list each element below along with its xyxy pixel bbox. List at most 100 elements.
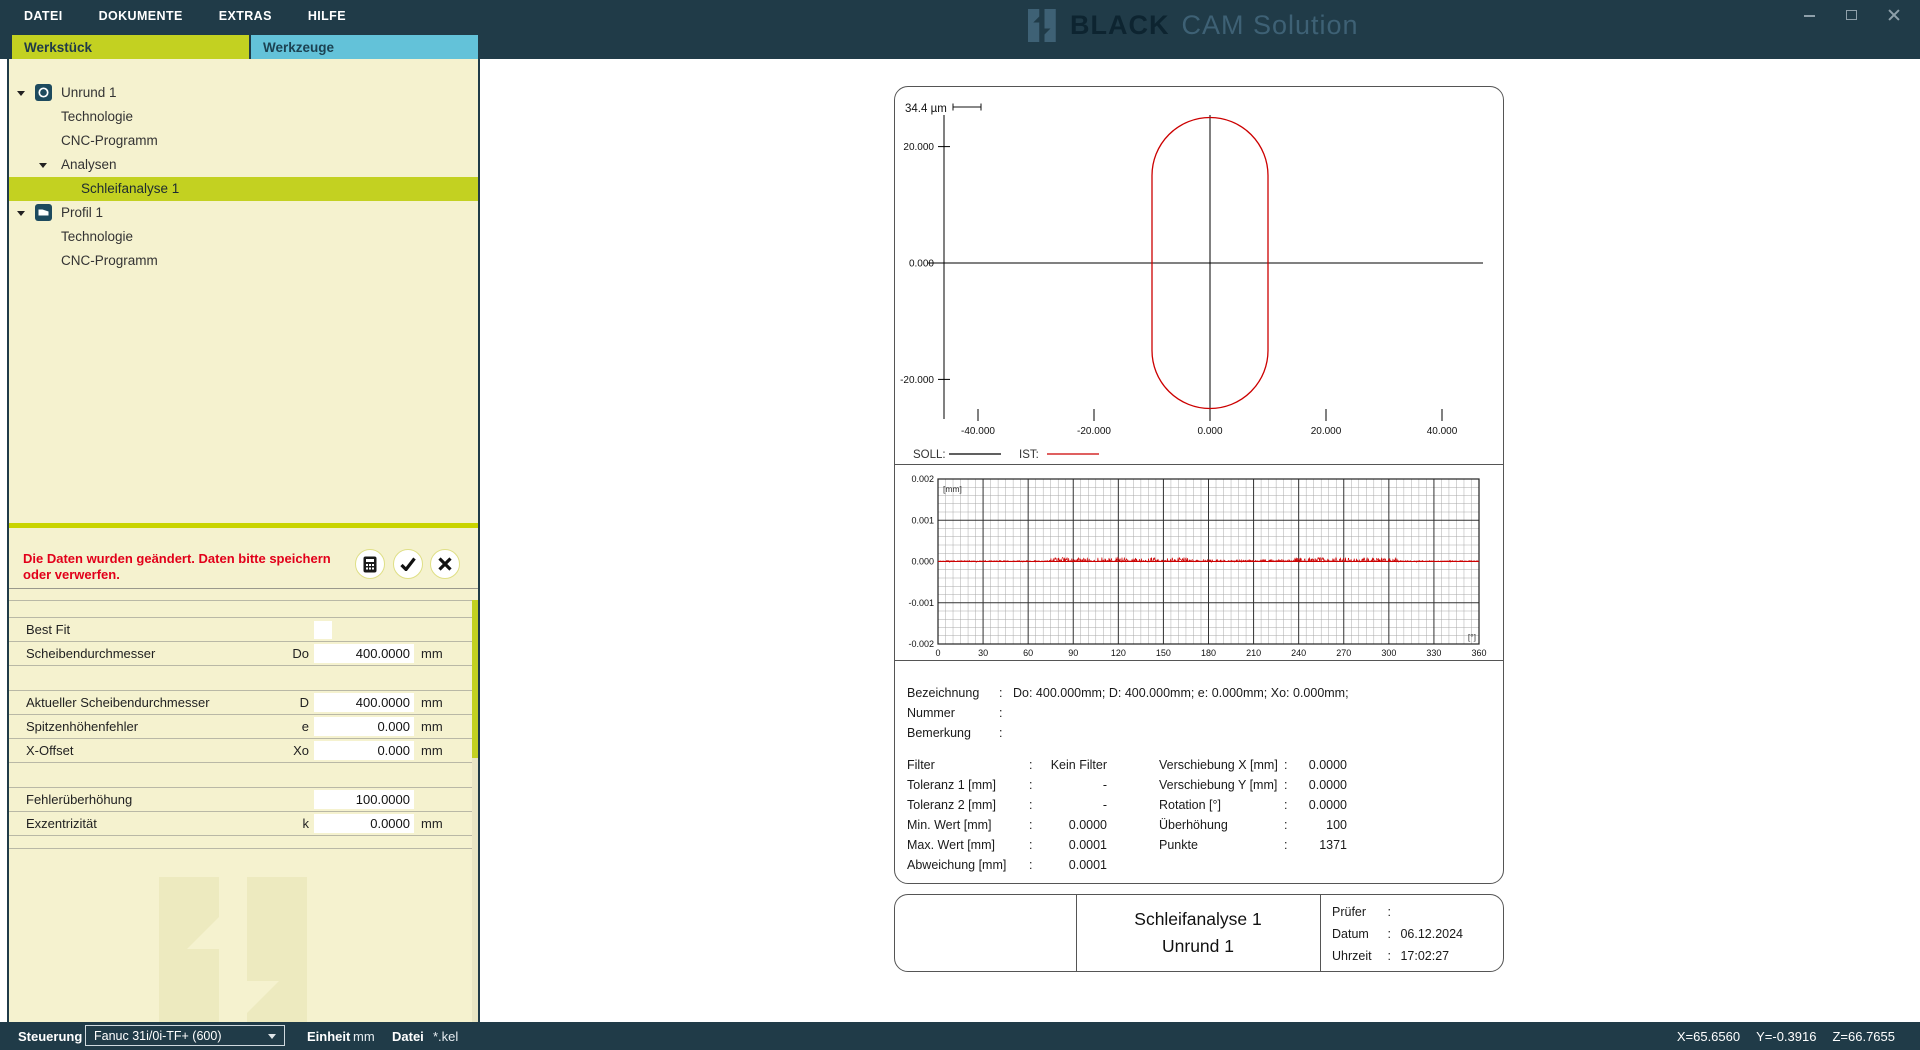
- chevron-down-icon: [268, 1034, 276, 1039]
- field-label: Scheibendurchmesser: [26, 646, 155, 661]
- svg-text:-0.001: -0.001: [908, 598, 934, 608]
- form-row-spitzenh-henfehler: Spitzenhöhenfehlere0.000mm: [9, 714, 472, 738]
- einheit-value: mm: [353, 1029, 375, 1044]
- menu-datei[interactable]: DATEI: [24, 9, 63, 23]
- svg-text:IST:: IST:: [1019, 449, 1039, 461]
- info-row-punkte: Punkte:1371: [1159, 838, 1489, 854]
- form-row-exzentrizit-t: Exzentrizitätk0.0000mm: [9, 811, 472, 835]
- menu-bar: DATEI DOKUMENTE EXTRAS HILFE: [24, 0, 346, 32]
- info-value: 0.0000: [1031, 818, 1107, 832]
- tree-item-unrund-1[interactable]: Unrund 1: [9, 81, 478, 105]
- field-unit: mm: [421, 646, 443, 661]
- tree-item-label: CNC-Programm: [61, 253, 158, 268]
- tree-item-profil-1[interactable]: Profil 1: [9, 201, 478, 225]
- svg-text:-20.000: -20.000: [900, 375, 934, 386]
- tree-item-technologie[interactable]: Technologie: [9, 225, 478, 249]
- svg-text:120: 120: [1111, 648, 1126, 658]
- brand-name-light: CAM Solution: [1182, 10, 1359, 41]
- fehler-berh-hung-input[interactable]: 100.0000: [314, 790, 414, 809]
- info-row-nummer: Nummer:: [907, 706, 1237, 722]
- svg-text:360: 360: [1471, 648, 1486, 658]
- field-unit: mm: [421, 816, 443, 831]
- svg-text:60: 60: [1023, 648, 1033, 658]
- workpiece-tree: Unrund 1TechnologieCNC-ProgrammAnalysenS…: [9, 81, 478, 273]
- svg-text:90: 90: [1068, 648, 1078, 658]
- close-icon[interactable]: [1886, 7, 1902, 23]
- exzentrizit-t-input[interactable]: 0.0000: [314, 814, 414, 833]
- left-panel: Unrund 1TechnologieCNC-ProgrammAnalysenS…: [9, 59, 478, 1022]
- field-label: X-Offset: [26, 743, 73, 758]
- info-value: Kein Filter: [1031, 758, 1107, 772]
- tree-item-label: Profil 1: [61, 205, 103, 220]
- svg-text:34.4 µm: 34.4 µm: [905, 103, 947, 115]
- svg-text:210: 210: [1246, 648, 1261, 658]
- machine-coordinates: X=65.6560 Y=-0.3916 Z=66.7655: [1677, 1029, 1895, 1044]
- tree-item-schleifanalyse-1[interactable]: Schleifanalyse 1: [9, 177, 478, 201]
- menu-extras[interactable]: EXTRAS: [219, 9, 272, 23]
- svg-text:330: 330: [1426, 648, 1441, 658]
- info-label: Toleranz 1 [mm]: [907, 778, 996, 792]
- info-label: Rotation [°]: [1159, 798, 1221, 812]
- tab-werkstueck[interactable]: Werkstück: [12, 35, 249, 59]
- x-offset-input[interactable]: 0.000: [314, 741, 414, 760]
- form-row-best-fit: Best Fit: [9, 617, 472, 641]
- info-value: 0.0001: [1031, 858, 1107, 872]
- info-label: Nummer: [907, 706, 955, 720]
- svg-text:SOLL:: SOLL:: [913, 449, 946, 461]
- tree-item-cnc-programm[interactable]: CNC-Programm: [9, 249, 478, 273]
- svg-text:0.000: 0.000: [1197, 426, 1222, 437]
- field-label: Fehlerüberhöhung: [26, 792, 132, 807]
- info-label: Filter: [907, 758, 935, 772]
- info-label: Min. Wert [mm]: [907, 818, 992, 832]
- info-value: -: [1031, 798, 1107, 812]
- info-row-abweichung-mm: Abweichung [mm]:0.0001: [907, 858, 1237, 874]
- profile-icon: [35, 204, 52, 221]
- field-unit: mm: [421, 695, 443, 710]
- form-row-aktueller-scheibendurchmesser: Aktueller ScheibendurchmesserD400.0000mm: [9, 690, 472, 714]
- best-fit-checkbox[interactable]: [314, 621, 332, 639]
- tree-item-label: Technologie: [61, 229, 133, 244]
- svg-text:0: 0: [935, 648, 940, 658]
- colon: :: [1387, 905, 1390, 919]
- abweichung-chart-section: 0.0020.0010.000-0.001-0.0020306090120150…: [895, 464, 1503, 661]
- scheibendurchmesser-input[interactable]: 400.0000: [314, 644, 414, 663]
- info-label: Abweichung [mm]: [907, 858, 1006, 872]
- svg-text:0.000: 0.000: [911, 557, 934, 567]
- spitzenh-henfehler-input[interactable]: 0.000: [314, 717, 414, 736]
- recalculate-button[interactable]: [355, 549, 385, 579]
- header-bar: DATEI DOKUMENTE EXTRAS HILFE BLACK CAM S…: [0, 0, 1920, 59]
- chevron-down-icon: [17, 211, 25, 216]
- colon: :: [1387, 949, 1390, 963]
- panel-divider: [478, 59, 480, 1022]
- menu-dokumente[interactable]: DOKUMENTE: [99, 9, 183, 23]
- tree-item-technologie[interactable]: Technologie: [9, 105, 478, 129]
- steuerung-select[interactable]: Fanuc 31i/0i-TF+ (600): [85, 1025, 285, 1046]
- svg-text:-20.000: -20.000: [1077, 426, 1111, 437]
- tree-item-analysen[interactable]: Analysen: [9, 153, 478, 177]
- tab-werkzeuge[interactable]: Werkzeuge: [251, 35, 478, 59]
- field-symbol: k: [244, 816, 309, 831]
- info-label: Punkte: [1159, 838, 1198, 852]
- accent-divider: [9, 523, 478, 528]
- discard-button[interactable]: [430, 549, 460, 579]
- svg-text:0.002: 0.002: [911, 474, 934, 484]
- form-bottom-line: [9, 835, 472, 836]
- colon: :: [999, 706, 1002, 720]
- apply-button[interactable]: [393, 549, 423, 579]
- restore-icon[interactable]: [1844, 7, 1860, 23]
- svg-text:0.000: 0.000: [909, 259, 934, 270]
- minimize-icon[interactable]: [1802, 7, 1818, 23]
- info-value: 0.0000: [1287, 778, 1347, 792]
- menu-hilfe[interactable]: HILFE: [308, 9, 346, 23]
- field-label: Aktueller Scheibendurchmesser: [26, 695, 210, 710]
- form-spacer: [9, 665, 472, 690]
- einheit-label: Einheit: [307, 1029, 350, 1044]
- aktueller-scheibendurchmesser-input[interactable]: 400.0000: [314, 693, 414, 712]
- check-icon: [400, 557, 416, 571]
- svg-text:240: 240: [1291, 648, 1306, 658]
- form-row-scheibendurchmesser: ScheibendurchmesserDo400.0000mm: [9, 641, 472, 665]
- tree-item-label: Technologie: [61, 109, 133, 124]
- tree-item-cnc-programm[interactable]: CNC-Programm: [9, 129, 478, 153]
- field-unit: mm: [421, 719, 443, 734]
- steuerung-label: Steuerung: [18, 1029, 82, 1044]
